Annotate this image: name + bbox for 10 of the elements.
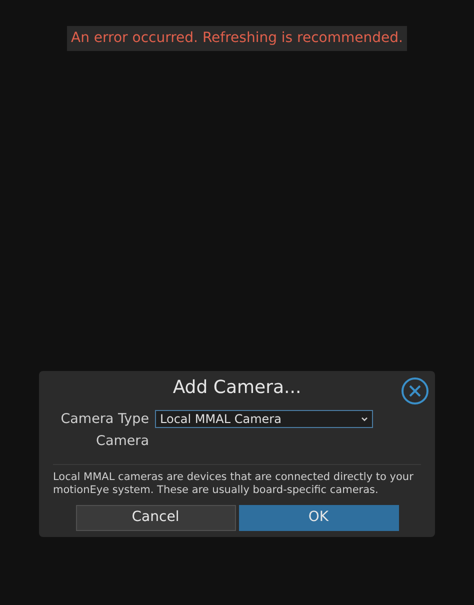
chevron-down-icon (361, 416, 368, 422)
camera-type-select[interactable]: Local MMAL Camera (155, 410, 373, 428)
field-label: Camera (95, 432, 149, 452)
dialog-title: Add Camera... (172, 376, 302, 400)
error-banner: An error occurred. Refreshing is recommended. (67, 26, 407, 51)
description-text: Local MMAL cameras are devices that are connected directly to your motionEye system. These are usually board-specific cameras. (53, 470, 414, 496)
cancel-button[interactable]: Cancel (76, 504, 236, 530)
field-label: Camera Type (60, 410, 149, 429)
ok-button[interactable]: OK (238, 504, 398, 530)
close-icon[interactable] (401, 377, 429, 405)
